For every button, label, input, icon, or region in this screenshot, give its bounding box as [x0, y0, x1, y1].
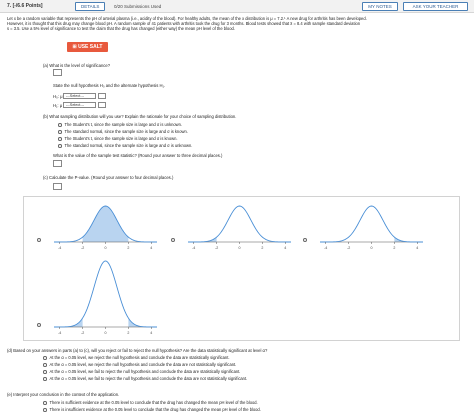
use-salt-button[interactable]: ⊞ USE SALT — [67, 42, 108, 52]
normal-curve — [319, 205, 424, 243]
salt-icon: ⊞ — [72, 44, 77, 50]
conclusion-option-1[interactable]: At the α = 0.05 level, we reject the nul… — [43, 355, 229, 360]
radio-icon[interactable] — [43, 370, 47, 374]
radio-icon[interactable] — [43, 401, 47, 405]
part-d-prompt: (d) Based on your answers in parts (a) t… — [7, 348, 268, 353]
tick-label: -4 — [58, 246, 61, 250]
p-value-input[interactable] — [53, 183, 62, 190]
radio-icon[interactable] — [58, 123, 62, 127]
tick-label: 0 — [371, 246, 373, 250]
tick-label: 2 — [261, 246, 263, 250]
my-notes-button[interactable]: MY NOTES — [362, 2, 398, 11]
h1-label: H₁: μ — [53, 103, 63, 108]
tick-label: -2 — [81, 331, 84, 335]
graph-option-1: -4 -2 0 2 4 — [53, 205, 158, 250]
h1-select[interactable]: ---Select--- — [63, 102, 96, 108]
tick-label: 0 — [105, 331, 107, 335]
tick-label: 4 — [150, 331, 152, 335]
question-number: 7. [-/6.6 Points] — [7, 3, 43, 9]
sampling-option-4[interactable]: The standard normal, since the sample si… — [58, 143, 192, 148]
tick-label: 0 — [239, 246, 241, 250]
normal-curve — [53, 260, 158, 328]
problem-statement: Let x be a random variable that represen… — [7, 16, 367, 32]
radio-icon[interactable] — [43, 363, 47, 367]
tick-label: -2 — [81, 246, 84, 250]
radio-icon[interactable] — [43, 377, 47, 381]
graph-option-1-radio[interactable] — [37, 238, 41, 242]
tick-label: 4 — [284, 246, 286, 250]
tick-label: -2 — [215, 246, 218, 250]
tick-label: 2 — [127, 246, 129, 250]
radio-icon[interactable] — [58, 130, 62, 134]
part-a-prompt: (a) What is the level of significance? — [43, 63, 111, 68]
tick-label: -4 — [58, 331, 61, 335]
sampling-option-3[interactable]: The Student's t, since the sample size i… — [58, 136, 178, 141]
tick-label: 0 — [105, 246, 107, 250]
conclusion-option-4[interactable]: At the α = 0.05 level, we fail to reject… — [43, 376, 247, 381]
details-button[interactable]: DETAILS — [75, 2, 106, 11]
part-c-prompt: (c) Calculate the P-value. (Round your a… — [43, 175, 174, 180]
h0-value-input[interactable] — [98, 93, 106, 99]
tick-label: 2 — [127, 331, 129, 335]
radio-icon[interactable] — [43, 356, 47, 360]
part-e-prompt: (e) Interpret your conclusion in the con… — [7, 392, 120, 397]
submissions-count: 0/20 Submissions Used — [114, 3, 162, 9]
graph-option-2-radio[interactable] — [171, 238, 175, 242]
radio-icon[interactable] — [43, 408, 47, 412]
question-header: 7. [-/6.6 Points] DETAILS 0/20 Submissio… — [0, 0, 474, 13]
ask-teacher-button[interactable]: ASK YOUR TEACHER — [403, 2, 468, 11]
sampling-option-2[interactable]: The standard normal, since the sample si… — [58, 129, 188, 134]
test-statistic-prompt: What is the value of the sample test sta… — [53, 153, 223, 158]
h0-select[interactable]: ---Select--- — [63, 93, 96, 99]
tick-label: 4 — [416, 246, 418, 250]
shaded-region — [82, 206, 129, 242]
graph-options-panel: -4 -2 0 2 4 -4 -2 0 2 4 -4 -2 0 2 4 -4 -2 0 2 4 — [23, 196, 460, 341]
graph-option-3: -4 -2 0 2 4 — [319, 205, 424, 250]
graph-option-4: -4 -2 0 2 4 — [53, 260, 158, 335]
interpretation-option-1[interactable]: There is sufficient evidence at the 0.05… — [43, 400, 258, 405]
sampling-option-1[interactable]: The Student's t, since the sample size i… — [58, 122, 182, 127]
significance-input[interactable] — [53, 69, 62, 76]
tick-label: 4 — [150, 246, 152, 250]
conclusion-option-2[interactable]: At the α = 0.05 level, we reject the nul… — [43, 362, 236, 367]
conclusion-option-3[interactable]: At the α = 0.05 level, we fail to reject… — [43, 369, 240, 374]
interpretation-option-2[interactable]: There is insufficient evidence at the 0.… — [43, 407, 261, 412]
graph-option-4-radio[interactable] — [37, 323, 41, 327]
tick-label: -4 — [324, 246, 327, 250]
tick-label: -4 — [192, 246, 195, 250]
radio-icon[interactable] — [58, 137, 62, 141]
tick-label: -2 — [347, 246, 350, 250]
h0-label: H₀: μ — [53, 94, 63, 99]
part-b-prompt: (b) What sampling distribution will you … — [43, 114, 237, 119]
test-statistic-input[interactable] — [53, 160, 62, 167]
tick-label: 2 — [393, 246, 395, 250]
normal-curve — [187, 205, 292, 243]
graph-option-2: -4 -2 0 2 4 — [187, 205, 292, 250]
hypothesis-prompt: State the null hypothesis H₀ and the alt… — [53, 83, 166, 88]
graph-option-3-radio[interactable] — [303, 238, 307, 242]
h1-value-input[interactable] — [98, 102, 106, 108]
radio-icon[interactable] — [58, 144, 62, 148]
